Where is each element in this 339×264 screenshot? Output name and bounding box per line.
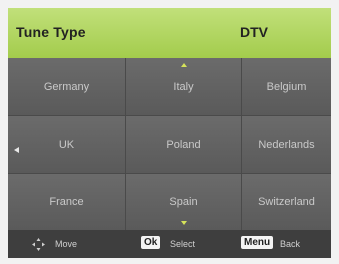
tune-type-panel: Tune Type DTV Germany Italy Belgium UK P… xyxy=(8,8,331,258)
country-nederlands[interactable]: Nederlands xyxy=(242,116,331,173)
move-icon xyxy=(32,238,45,251)
country-switzerland[interactable]: Switzerland xyxy=(242,174,331,230)
scroll-up-arrow-icon xyxy=(181,63,187,67)
country-uk[interactable]: UK xyxy=(8,116,125,173)
column-divider xyxy=(125,58,126,230)
country-france[interactable]: France xyxy=(8,174,125,230)
column-divider xyxy=(241,58,242,230)
country-grid: Germany Italy Belgium UK Poland Nederlan… xyxy=(8,58,331,230)
tune-type-header: Tune Type DTV xyxy=(8,8,331,58)
row-divider xyxy=(8,173,331,174)
country-row: UK Poland Nederlands xyxy=(8,116,331,173)
country-poland[interactable]: Poland xyxy=(126,116,241,173)
country-row: Germany Italy Belgium xyxy=(8,58,331,115)
left-arrow-icon xyxy=(14,147,19,153)
scroll-down-arrow-icon xyxy=(181,221,187,225)
select-hint-label: Select xyxy=(170,239,196,249)
tune-type-value[interactable]: DTV xyxy=(240,24,268,40)
menu-key: Menu xyxy=(241,236,274,249)
country-germany[interactable]: Germany xyxy=(8,58,125,115)
key-hint-bar: Move Ok Select Menu Back xyxy=(8,230,331,258)
move-hint-label: Move xyxy=(55,239,78,249)
ok-key: Ok xyxy=(141,236,161,249)
header-title: Tune Type xyxy=(16,24,86,40)
back-hint-label: Back xyxy=(280,239,301,249)
country-row: France Spain Switzerland xyxy=(8,174,331,230)
row-divider xyxy=(8,115,331,116)
country-belgium[interactable]: Belgium xyxy=(242,58,331,115)
